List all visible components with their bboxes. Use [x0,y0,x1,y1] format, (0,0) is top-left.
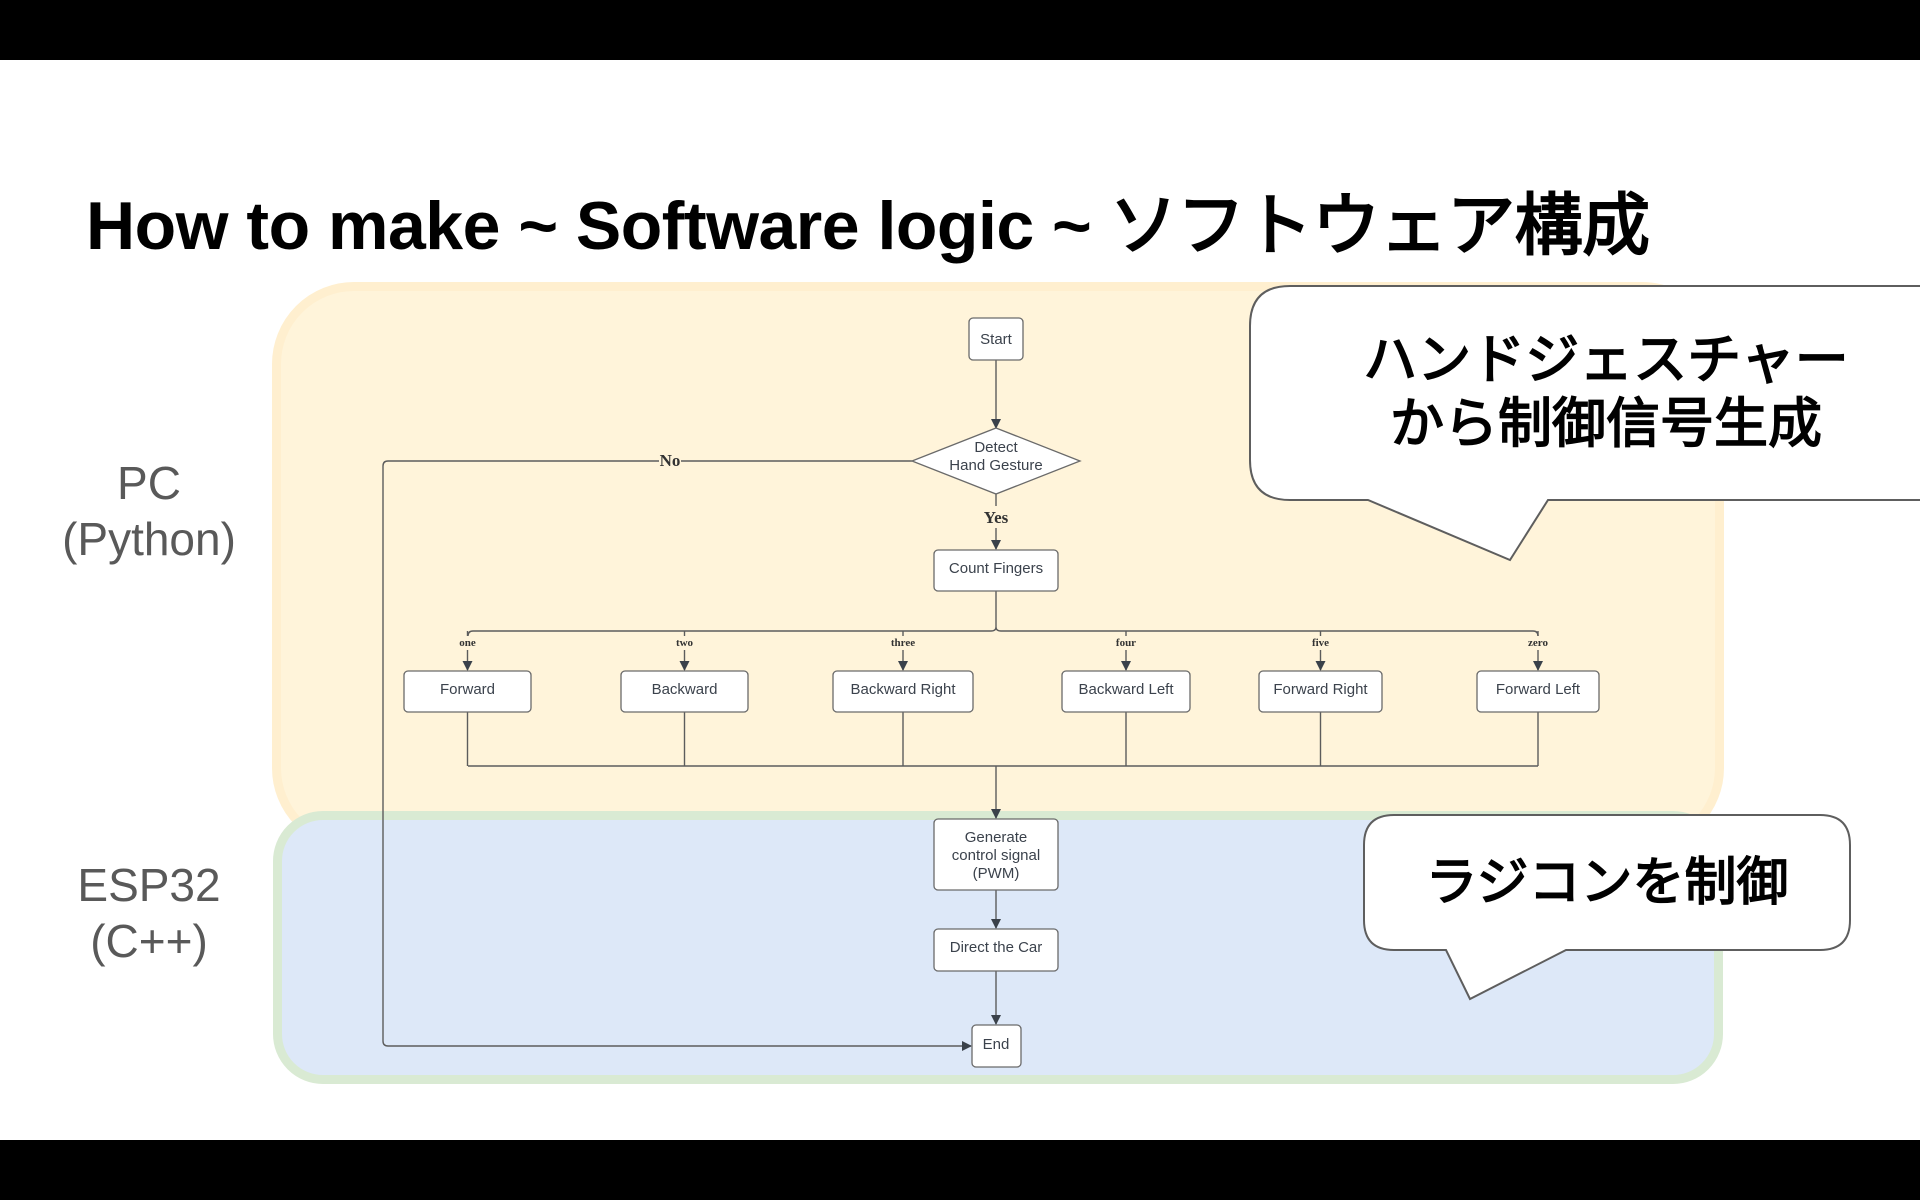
node-generate-label-1: Generate [965,829,1028,846]
edge-label-four: four [1116,637,1136,649]
callout-top-line-2: から制御信号生成 [1390,392,1822,455]
node-decision-label-2: Hand Gesture [949,457,1042,474]
node-action-label: Backward [652,681,718,698]
edge-label-two: two [676,637,694,649]
edge-label-yes: Yes [984,508,1009,527]
edge-decision-no [382,460,971,1046]
node-action-label: Forward Right [1273,681,1368,698]
callout-top-line-1: ハンドジェスチャー [1363,328,1848,391]
node-action-label: Forward [440,681,495,698]
edge-branch-bus [467,626,1539,637]
flowchart: one Forward two Backward three Backward Right… [382,285,1920,1068]
edge-label-one: one [459,637,476,649]
node-decision-label-1: Detect [974,439,1018,456]
node-direct-car-label: Direct the Car [950,939,1043,956]
slide: How to make ~ Software logic ~ ソフトウェア構成 … [0,60,1920,1140]
edge-label-no: No [660,451,681,470]
edge-label-three: three [891,637,915,649]
node-end-label: End [983,1036,1010,1053]
node-generate-label-2: control signal [952,847,1040,864]
edge-label-zero: zero [1528,637,1548,649]
node-count-fingers-label: Count Fingers [949,560,1043,577]
node-generate-label-3: (PWM) [973,865,1020,882]
edge-label-five: five [1312,637,1329,649]
node-action-label: Backward Right [850,681,956,698]
node-action-label: Backward Left [1078,681,1174,698]
callout-bottom-text: ラジコンを制御 [1426,853,1789,913]
node-start-label: Start [980,331,1013,348]
node-action-label: Forward Left [1496,681,1581,698]
